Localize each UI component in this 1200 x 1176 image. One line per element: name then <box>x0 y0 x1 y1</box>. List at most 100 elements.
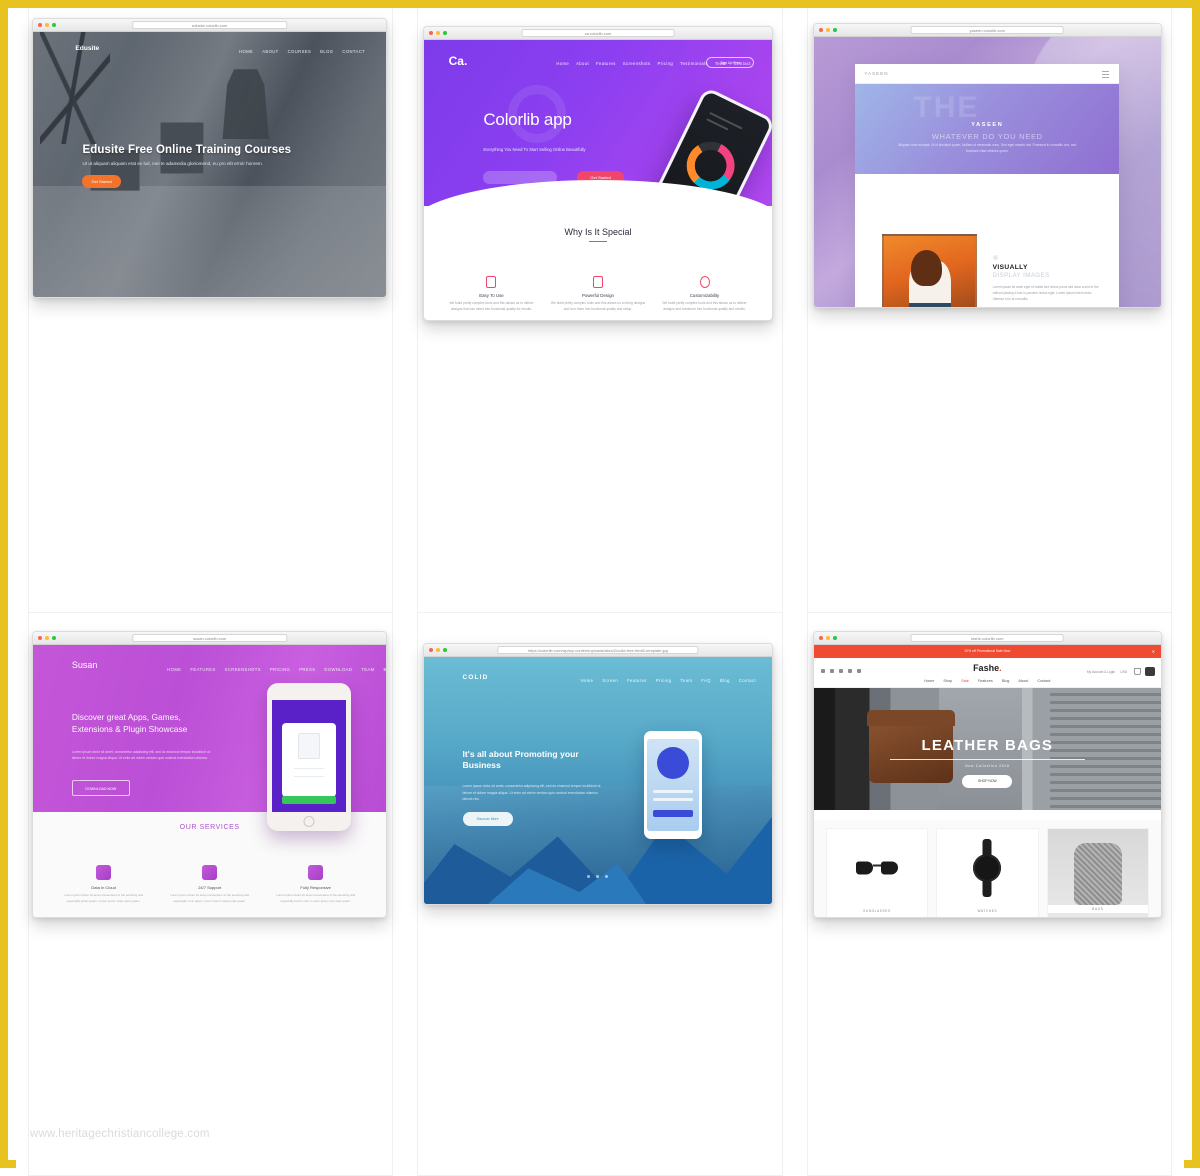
browser-mockup-edusite[interactable]: edusite.colorlib.com Edusite HOME ABOUT <box>32 18 387 298</box>
nav-item[interactable]: TEAM <box>361 667 374 672</box>
thumbnail-wrapper[interactable]: yaseen.colorlib.com YASEEN THE <box>795 8 1184 308</box>
nav-item[interactable]: About <box>1018 679 1028 683</box>
site-nav[interactable]: Home Screen Features Pricing Team FAQ Bl… <box>581 678 756 683</box>
nav-item[interactable]: Testimonials <box>680 61 708 66</box>
template-card-colid[interactable]: https://colorlib.com/wp/wp-content/uploa… <box>405 613 794 1176</box>
nav-item[interactable]: Pricing <box>657 61 673 66</box>
nav-item[interactable]: Sale <box>961 679 969 683</box>
ghost-text: THE <box>913 91 979 125</box>
desk-overlay <box>33 186 386 298</box>
nav-item[interactable]: Shop <box>943 679 952 683</box>
product-card[interactable]: SUNGLASSES <box>826 828 928 918</box>
nav-item[interactable]: Screenshots <box>623 61 651 66</box>
hero-cta-button[interactable]: Discover More <box>463 812 513 826</box>
feature-text: We build pretty complex tools and this a… <box>444 301 539 312</box>
nav-item[interactable]: COURSES <box>288 49 312 54</box>
browser-mockup-yaseen[interactable]: yaseen.colorlib.com YASEEN THE <box>813 23 1162 308</box>
thumbnail-wrapper[interactable]: ca.colorlib.com Ca. Home About Features … <box>405 8 794 321</box>
phone-screen <box>272 700 346 812</box>
search-icon[interactable] <box>1145 667 1155 676</box>
nav-item[interactable]: PRESS <box>299 667 315 672</box>
hero-heading: LEATHER BAGS <box>814 737 1161 754</box>
nav-item[interactable]: Features <box>627 678 647 683</box>
nav-item[interactable]: Features <box>978 679 993 683</box>
social-icons[interactable] <box>821 669 861 673</box>
site-viewport: YASEEN THE YASEEN WHATEVER DO YOU NEED A… <box>814 37 1161 308</box>
template-card-fashe[interactable]: fashe.colorlib.com 20% off Promotional S… <box>795 613 1184 1176</box>
nav-item[interactable]: ABOUT <box>262 49 278 54</box>
nav-item[interactable]: DOWNLOAD <box>324 667 352 672</box>
thumbnail-wrapper[interactable]: susan.colorlib.com Susan HOME FEATURES S… <box>16 613 405 918</box>
feature-item: Powerful Design We build pretty complex … <box>545 276 652 312</box>
template-card-ca-app-landing[interactable]: ca.colorlib.com Ca. Home About Features … <box>405 8 794 613</box>
account-link[interactable]: My Account & Login <box>1087 670 1115 674</box>
nav-item[interactable]: FAQ <box>701 678 711 683</box>
nav-item[interactable]: CONTACT <box>342 49 365 54</box>
cart-icon[interactable] <box>1134 668 1141 675</box>
nav-item[interactable]: Screen <box>602 678 618 683</box>
nav-item[interactable]: Home <box>924 679 934 683</box>
browser-mockup-fashe[interactable]: fashe.colorlib.com 20% off Promotional S… <box>813 631 1162 918</box>
product-label: SUNGLASSES <box>827 909 927 913</box>
nav-item[interactable]: SCREENSHOTS <box>225 667 261 672</box>
thumbnail-wrapper[interactable]: https://colorlib.com/wp/wp-content/uploa… <box>405 613 794 905</box>
hero-subheading: New Collection 2018 <box>814 764 1161 768</box>
hero-cta-button[interactable]: Get Started <box>82 175 120 188</box>
thumbnail-wrapper[interactable]: edusite.colorlib.com Edusite HOME ABOUT <box>16 8 405 298</box>
product-label: WATCHES <box>937 909 1037 913</box>
app-logo-circle <box>657 747 689 779</box>
portfolio-photo <box>882 234 977 308</box>
feature-title: 24/7 Support <box>164 885 256 890</box>
nav-item[interactable]: FEATURES <box>190 667 215 672</box>
template-card-edusite[interactable]: edusite.colorlib.com Edusite HOME ABOUT <box>16 8 405 613</box>
product-card[interactable]: WATCHES <box>936 828 1038 918</box>
app-card <box>282 723 335 797</box>
nav-item[interactable]: BLOG <box>384 667 387 672</box>
nav-item[interactable]: Home <box>581 678 594 683</box>
browser-mockup-susan[interactable]: susan.colorlib.com Susan HOME FEATURES S… <box>32 631 387 918</box>
thumbnail-wrapper[interactable]: fashe.colorlib.com 20% off Promotional S… <box>795 613 1184 918</box>
browser-titlebar: edusite.colorlib.com <box>33 19 386 32</box>
nav-item[interactable]: HOME <box>167 667 181 672</box>
phone-screen <box>647 739 699 831</box>
slider-dots[interactable] <box>424 875 771 878</box>
close-icon[interactable]: ✕ <box>1152 649 1155 654</box>
template-card-yaseen[interactable]: yaseen.colorlib.com YASEEN THE <box>795 8 1184 613</box>
nav-item[interactable]: Home <box>556 61 569 66</box>
hamburger-menu-icon[interactable] <box>1102 71 1109 72</box>
site-nav[interactable]: YASEEN <box>855 64 1119 84</box>
page-frame: edusite.colorlib.com Edusite HOME ABOUT <box>0 0 1200 1168</box>
nav-item[interactable]: Blog <box>1002 679 1010 683</box>
address-bar: ca.colorlib.com <box>522 29 675 37</box>
nav-item[interactable]: Contact <box>739 678 756 683</box>
nav-item[interactable]: Contact <box>1037 679 1050 683</box>
browser-mockup-colid[interactable]: https://colorlib.com/wp/wp-content/uploa… <box>423 643 772 905</box>
nav-item[interactable]: About <box>576 61 589 66</box>
browser-mockup-ca[interactable]: ca.colorlib.com Ca. Home About Features … <box>423 26 772 321</box>
nav-item[interactable]: HOME <box>239 49 253 54</box>
nav-item[interactable]: Blog <box>720 678 730 683</box>
template-card-susan[interactable]: susan.colorlib.com Susan HOME FEATURES S… <box>16 613 405 1176</box>
nav-item[interactable]: Features <box>596 61 616 66</box>
divider <box>890 759 1085 760</box>
currency-selector[interactable]: USD <box>1120 670 1127 674</box>
feature-text: We build pretty complex tools and this a… <box>657 301 752 312</box>
site-nav[interactable]: HOME FEATURES SCREENSHOTS PRICING PRESS … <box>167 667 386 672</box>
shop-now-button[interactable]: SHOP NOW <box>962 775 1012 788</box>
nav-item[interactable]: Team <box>680 678 692 683</box>
product-card[interactable]: BAGS <box>1047 828 1149 918</box>
site-nav[interactable]: Home Shop Sale Features Blog About Conta… <box>924 679 1050 683</box>
browser-titlebar: ca.colorlib.com <box>424 27 771 40</box>
nav-item[interactable]: Pricing <box>656 678 672 683</box>
hero-heading: Discover great Apps, Games, Extensions &… <box>72 711 220 735</box>
signup-button[interactable]: Sign Up Free <box>706 57 754 68</box>
nav-item[interactable]: PRICING <box>270 667 290 672</box>
hero-cta-button[interactable]: DOWNLOAD NOW <box>72 780 130 796</box>
section-title: VISUALLY <box>993 264 1101 271</box>
app-illustration <box>298 733 320 759</box>
hero-heading: It's all about Promoting your Business <box>463 749 609 772</box>
site-nav[interactable]: HOME ABOUT COURSES BLOG CONTACT <box>239 49 365 54</box>
product-grid: SUNGLASSES WATCHES BAGS <box>814 820 1161 918</box>
cloud-icon <box>96 865 111 880</box>
nav-item[interactable]: BLOG <box>320 49 333 54</box>
